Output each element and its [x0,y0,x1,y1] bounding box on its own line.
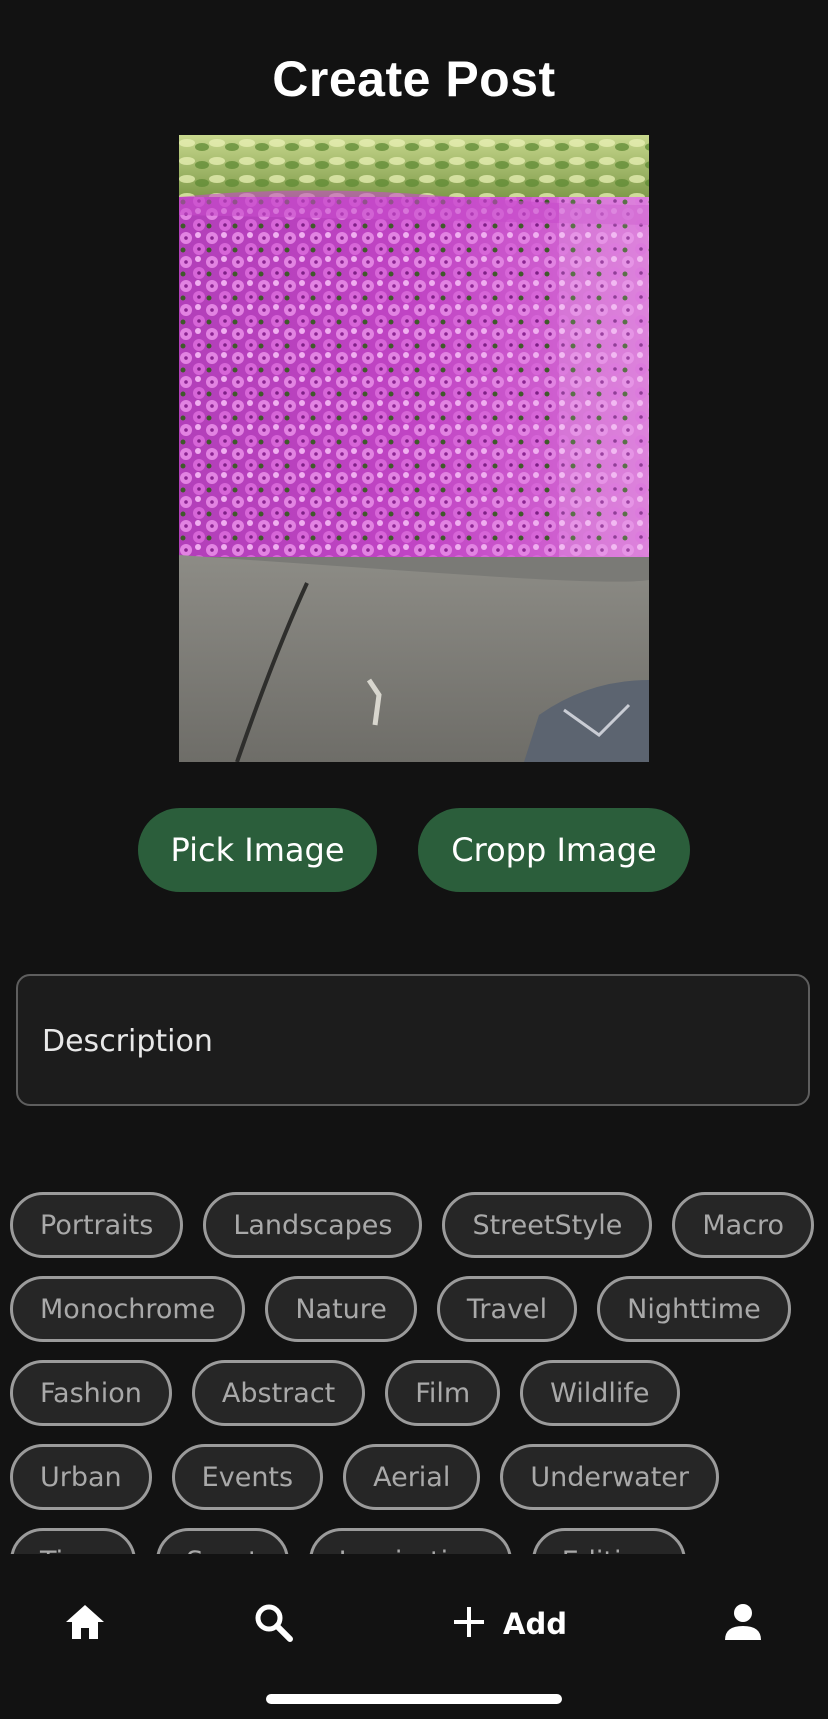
tag-chip-monochrome[interactable]: Monochrome [10,1276,246,1342]
tag-chip-portraits[interactable]: Portraits [10,1192,184,1258]
crop-image-button[interactable]: Cropp Image [418,808,690,892]
pick-image-button[interactable]: Pick Image [138,808,377,892]
tag-chip-sport[interactable]: Sport [156,1528,289,1554]
description-field[interactable] [16,974,810,1106]
image-actions: Pick Image Cropp Image [0,808,828,892]
home-icon [64,1603,106,1646]
tag-chip-film[interactable]: Film [385,1360,501,1426]
tag-chip-underwater[interactable]: Underwater [500,1444,720,1510]
tag-chip-events[interactable]: Events [171,1444,324,1510]
tag-chip-urban[interactable]: Urban [10,1444,152,1510]
plus-icon [453,1606,485,1643]
person-icon [723,1602,763,1647]
description-input[interactable] [40,976,784,1106]
tag-chip-time[interactable]: Time [10,1528,137,1554]
tag-chip-aerial[interactable]: Aerial [343,1444,481,1510]
tag-chip-fashion[interactable]: Fashion [10,1360,172,1426]
tag-chip-macro[interactable]: Macro [672,1192,815,1258]
tag-chip-landscapes[interactable]: Landscapes [203,1192,423,1258]
tag-chip-wildlife[interactable]: Wildlife [520,1360,680,1426]
search-icon [253,1602,293,1647]
tag-chip-editing[interactable]: Editing [531,1528,686,1554]
tag-chip-nighttime[interactable]: Nighttime [597,1276,791,1342]
nav-add-label: Add [503,1607,567,1641]
nav-search[interactable] [228,1554,318,1694]
tag-chip-nature[interactable]: Nature [265,1276,417,1342]
page-title: Create Post [272,51,556,107]
tag-chip-travel[interactable]: Travel [436,1276,578,1342]
nav-profile[interactable] [698,1554,788,1694]
tag-chip-abstract[interactable]: Abstract [191,1360,366,1426]
nav-home[interactable] [40,1554,130,1694]
tag-chips: Portraits Landscapes StreetStyle Macro Monoc… [0,1190,828,1554]
tag-chip-inspiration[interactable]: Inspiration [308,1528,512,1554]
nav-add[interactable]: Add [430,1554,590,1694]
home-indicator [266,1694,562,1704]
image-preview [179,135,649,762]
tag-chip-streetstyle[interactable]: StreetStyle [442,1192,653,1258]
